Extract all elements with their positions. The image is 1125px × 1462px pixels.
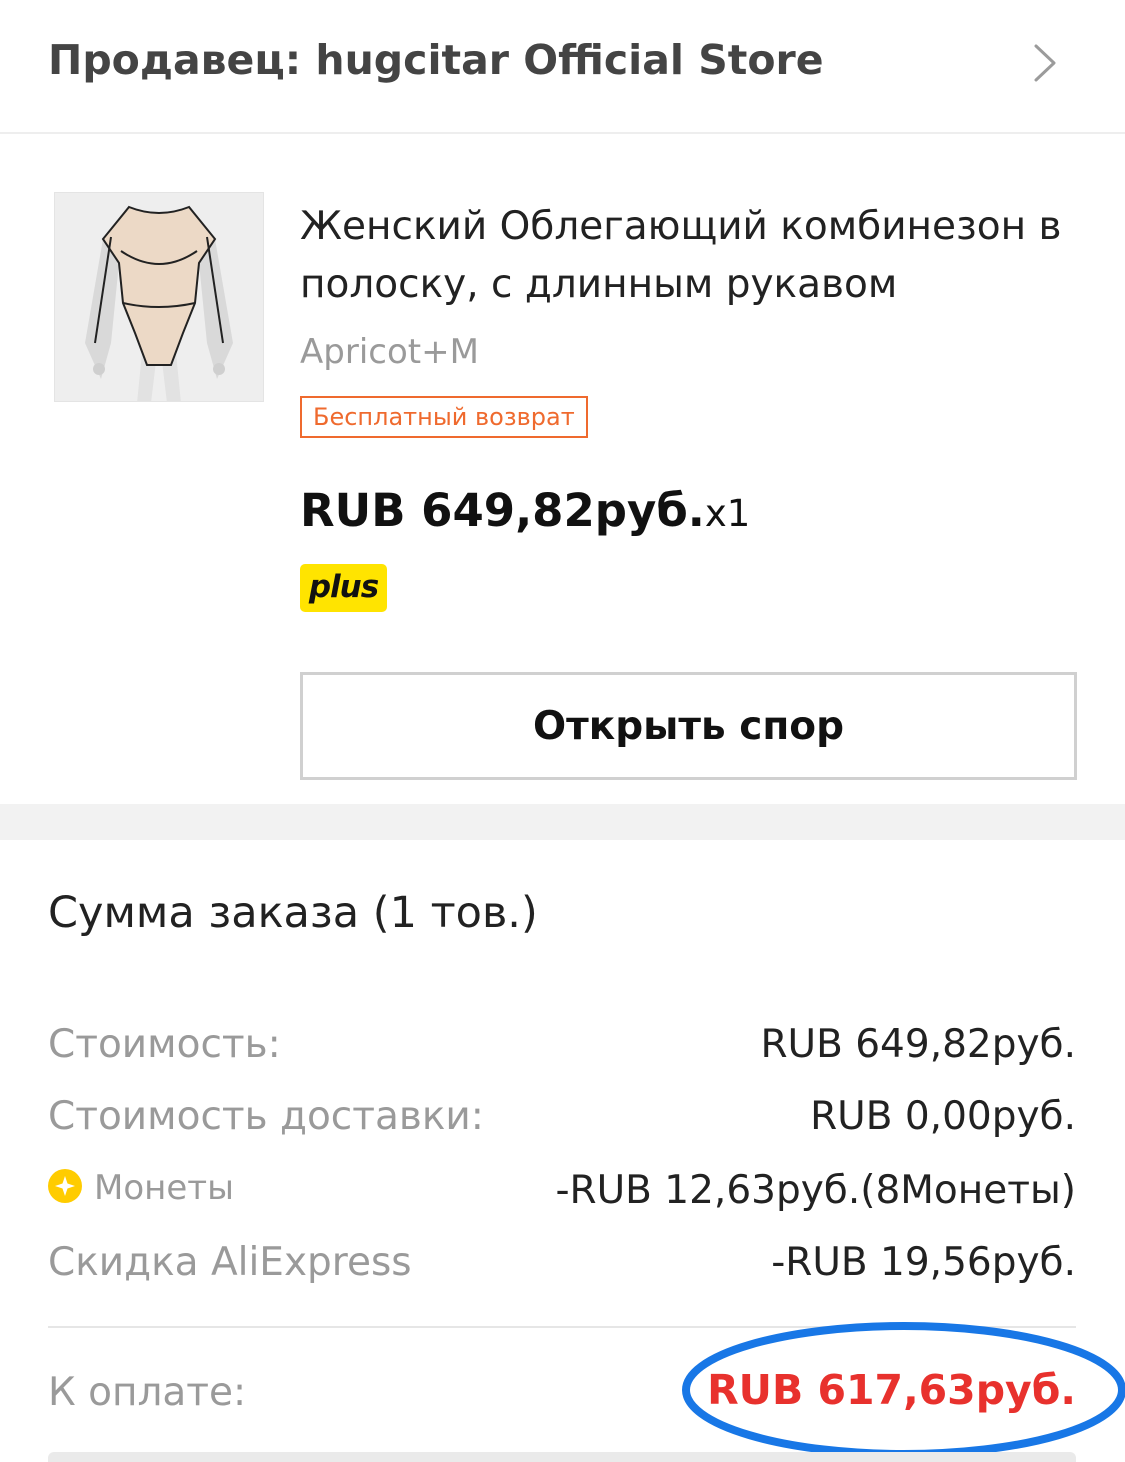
summary-row-label: Скидка AliExpress: [48, 1240, 412, 1285]
summary-row-label-wrap: Монеты: [48, 1168, 234, 1208]
seller-title: Продавец: hugcitar Official Store: [48, 36, 824, 84]
summary-divider: [48, 1326, 1076, 1328]
summary-row-label: Стоимость:: [48, 1022, 281, 1067]
coin-icon: [48, 1169, 82, 1203]
order-summary: Сумма заказа (1 тов.) Стоимость: RUB 649…: [0, 840, 1125, 1462]
bodysuit-image: [55, 193, 263, 401]
total-row: К оплате: RUB 617,63руб.: [48, 1366, 1076, 1426]
summary-row-shipping: Стоимость доставки: RUB 0,00руб.: [48, 1094, 1076, 1150]
product-quantity: x1: [704, 492, 751, 535]
order-summary-title: Сумма заказа (1 тов.): [48, 888, 538, 938]
summary-row-value: RUB 0,00руб.: [810, 1094, 1076, 1139]
summary-row-discount: Скидка AliExpress -RUB 19,56руб.: [48, 1240, 1076, 1296]
free-return-badge: Бесплатный возврат: [300, 396, 588, 438]
product-image[interactable]: [54, 192, 264, 402]
summary-row-coins: Монеты -RUB 12,63руб.(8Монеты): [48, 1168, 1076, 1224]
summary-row-value: RUB 649,82руб.: [760, 1022, 1076, 1067]
product-variant: Apricot+M: [300, 332, 479, 372]
open-dispute-button[interactable]: Открыть спор: [300, 672, 1077, 780]
total-label: К оплате:: [48, 1370, 247, 1415]
order-details-page: Продавец: hugcitar Official Store Женски…: [0, 0, 1125, 1462]
product-card: Женский Облегающий комбинезон в полоску,…: [0, 136, 1125, 804]
chevron-right-icon[interactable]: [1020, 40, 1066, 86]
total-value: RUB 617,63руб.: [707, 1366, 1076, 1414]
summary-row-value: -RUB 12,63руб.(8Монеты): [555, 1168, 1076, 1213]
section-divider: [0, 804, 1125, 840]
summary-row-cost: Стоимость: RUB 649,82руб.: [48, 1022, 1076, 1078]
product-name[interactable]: Женский Облегающий комбинезон в полоску,…: [300, 198, 1090, 314]
plus-badge: plus: [300, 564, 387, 612]
next-section-peek: [48, 1452, 1076, 1462]
summary-row-label: Монеты: [94, 1168, 234, 1208]
product-price: RUB 649,82руб.: [300, 484, 705, 537]
product-price-line: RUB 649,82руб.x1: [300, 484, 750, 537]
summary-row-label: Стоимость доставки:: [48, 1094, 484, 1139]
summary-row-value: -RUB 19,56руб.: [771, 1240, 1076, 1285]
seller-header[interactable]: Продавец: hugcitar Official Store: [0, 0, 1125, 134]
